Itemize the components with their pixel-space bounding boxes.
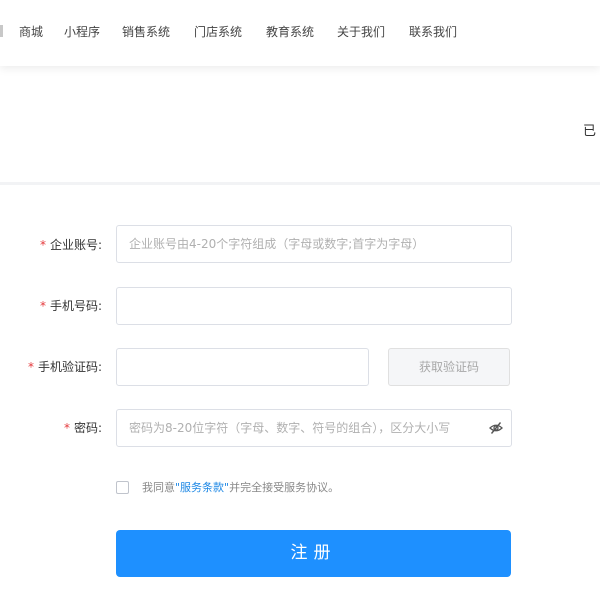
agreement-checkbox[interactable]: [116, 481, 129, 494]
nav-item-mall[interactable]: 商城: [19, 23, 43, 40]
company-account-placeholder: 企业账号由4-20个字符组成（字母或数字;首字为字母）: [129, 237, 425, 251]
register-button[interactable]: 注册: [116, 530, 511, 577]
get-sms-code-button[interactable]: 获取验证码: [388, 348, 510, 386]
company-account-label-text: 企业账号:: [49, 238, 102, 252]
sms-code-input[interactable]: [116, 348, 369, 386]
login-prompt-text[interactable]: 已: [583, 120, 596, 139]
sms-code-label-text: 手机验证码:: [37, 360, 102, 374]
nav-item-store-system[interactable]: 门店系统: [194, 23, 242, 40]
nav-item-education-system[interactable]: 教育系统: [266, 23, 314, 40]
company-account-label: * 企业账号:: [0, 237, 102, 253]
nav-item-contact-us[interactable]: 联系我们: [409, 23, 457, 40]
terms-of-service-link[interactable]: "服务条款": [175, 481, 229, 494]
agreement-suffix: 并完全接受服务协议。: [229, 481, 340, 494]
required-mark: *: [27, 360, 34, 374]
company-account-input[interactable]: 企业账号由4-20个字符组成（字母或数字;首字为字母）: [116, 225, 512, 263]
top-navigation: 商城 小程序 销售系统 门店系统 教育系统 关于我们 联系我们: [0, 0, 600, 66]
phone-label-text: 手机号码:: [49, 299, 102, 313]
nav-item-about-us[interactable]: 关于我们: [337, 23, 385, 40]
required-mark: *: [39, 238, 46, 252]
password-input[interactable]: 密码为8-20位字符（字母、数字、符号的组合），区分大小写: [116, 409, 512, 447]
nav-item-sales-system[interactable]: 销售系统: [122, 23, 170, 40]
required-mark: *: [39, 299, 46, 313]
sms-code-label: * 手机验证码:: [0, 359, 102, 375]
agreement-text: 我同意"服务条款"并完全接受服务协议。: [142, 481, 339, 495]
nav-item-mini-program[interactable]: 小程序: [64, 23, 100, 40]
required-mark: *: [63, 421, 70, 435]
phone-input[interactable]: [116, 287, 512, 325]
password-label-text: 密码:: [73, 421, 102, 435]
section-divider: [0, 182, 600, 185]
nav-item-cutoff: [0, 25, 3, 37]
phone-label: * 手机号码:: [0, 298, 102, 314]
header-band: [0, 66, 600, 182]
password-placeholder: 密码为8-20位字符（字母、数字、符号的组合），区分大小写: [129, 421, 451, 435]
agreement-prefix: 我同意: [142, 481, 175, 494]
password-label: * 密码:: [0, 420, 102, 436]
eye-off-icon[interactable]: [489, 420, 503, 434]
